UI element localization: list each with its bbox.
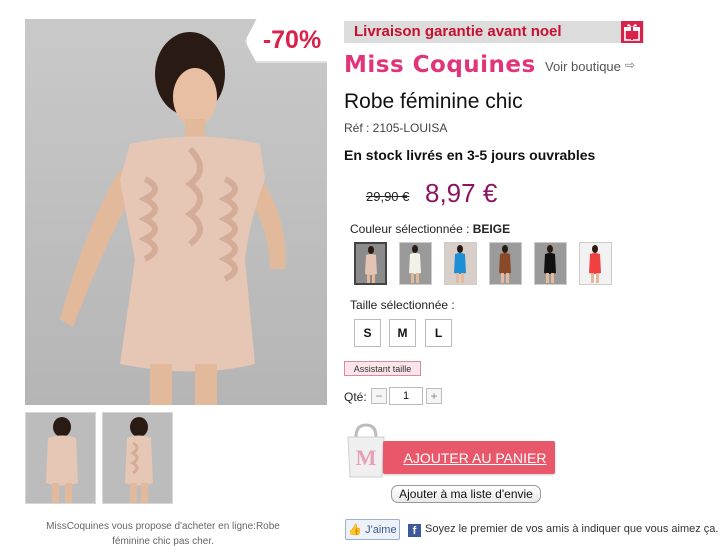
color-swatch-beige[interactable] [354, 242, 387, 285]
shopping-bag-icon: M [344, 423, 388, 479]
facebook-text: Soyez le premier de vos amis à indiquer … [425, 523, 719, 535]
swatch-figure [454, 245, 466, 283]
swatch-figure [499, 245, 511, 283]
color-swatch-blue[interactable] [444, 242, 477, 285]
add-to-cart-button[interactable]: AJOUTER AU PANIER [383, 441, 555, 474]
color-swatch-red[interactable] [579, 242, 612, 285]
swatch-figure [544, 245, 556, 283]
size-selection-label: Taille sélectionnée : [350, 298, 455, 312]
color-selection-label: Couleur sélectionnée : BEIGE [350, 222, 510, 236]
delivery-banner: Livraison garantie avant noel [344, 21, 644, 43]
old-price: 29,90 € [366, 189, 410, 204]
product-caption: MissCoquines vous propose d'acheter en l… [46, 521, 280, 547]
gift-icon [621, 21, 643, 43]
color-swatch-white[interactable] [399, 242, 432, 285]
thumbnail-side[interactable] [102, 412, 173, 504]
voir-boutique-link[interactable]: Voir boutique [545, 59, 621, 74]
swatch-figure [365, 246, 377, 283]
arrow-right-icon[interactable]: ⇨ [625, 58, 635, 72]
thumbnail-image [46, 417, 78, 503]
quantity-label: Qté: [344, 390, 367, 404]
thumbs-up-icon: 👍 [348, 524, 363, 536]
facebook-social-text: f Soyez le premier de vos amis à indiquer… [408, 523, 718, 537]
size-l-button[interactable]: L [425, 319, 452, 347]
facebook-icon: f [408, 524, 421, 537]
swatch-figure [409, 245, 421, 283]
thumbnail-back[interactable] [25, 412, 96, 504]
swatch-figure [589, 245, 601, 283]
discount-badge: -70% [245, 19, 327, 63]
facebook-like-button[interactable]: 👍 J'aime [345, 519, 400, 540]
size-m-button[interactable]: M [389, 319, 416, 347]
stock-status: En stock livrés en 3-5 jours ouvrables [344, 147, 596, 163]
size-s-button[interactable]: S [354, 319, 381, 347]
product-title: Robe féminine chic [344, 90, 523, 113]
selected-color: BEIGE [472, 222, 511, 236]
product-reference: Réf : 2105-LOUISA [344, 121, 448, 135]
sale-price: 8,97 € [425, 178, 498, 208]
quantity-decrease-button[interactable]: − [371, 388, 387, 404]
quantity-increase-button[interactable]: + [426, 388, 442, 404]
brand-logo[interactable]: Miss Coquines [344, 52, 536, 78]
color-swatch-brown[interactable] [489, 242, 522, 285]
size-assistant-button[interactable]: Assistant taille [344, 361, 421, 376]
add-to-wishlist-button[interactable]: Ajouter à ma liste d'envie [391, 485, 541, 503]
svg-text:M: M [356, 445, 377, 470]
quantity-input[interactable] [389, 387, 423, 405]
color-label-text: Couleur sélectionnée : [350, 222, 473, 236]
like-label: J'aime [365, 523, 397, 536]
thumbnail-image [125, 417, 153, 503]
product-main-image[interactable] [25, 19, 327, 405]
model-photo [60, 32, 286, 405]
color-swatch-black[interactable] [534, 242, 567, 285]
